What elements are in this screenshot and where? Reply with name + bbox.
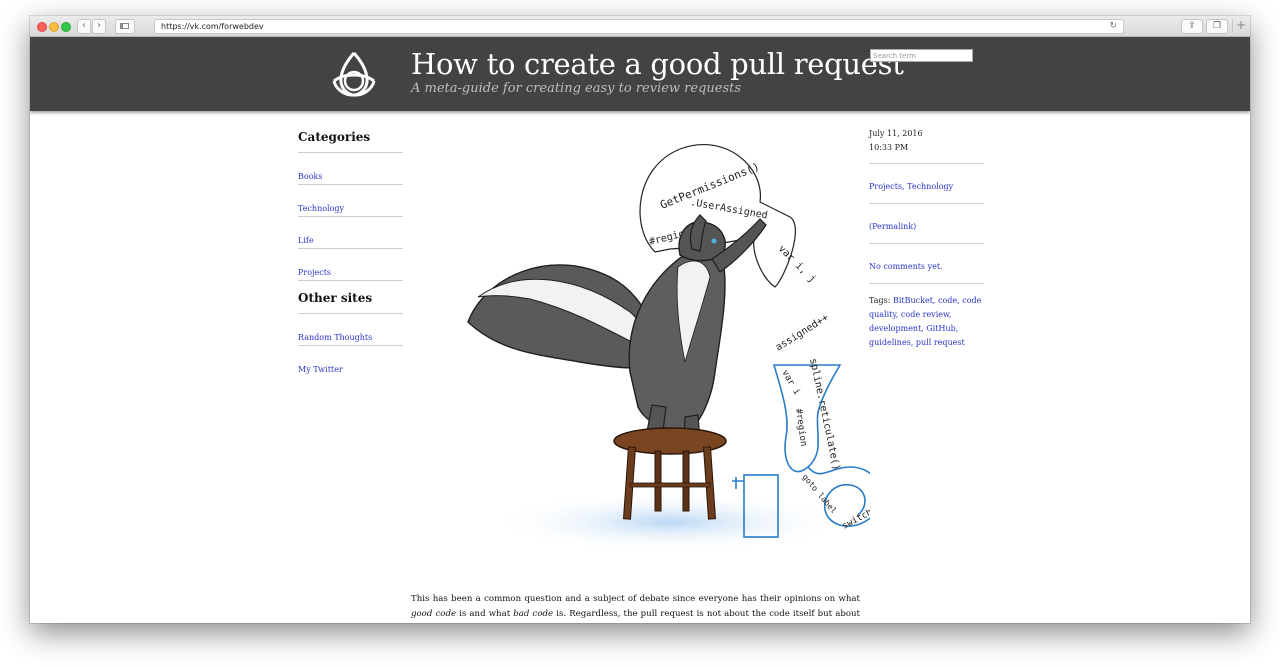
forward-button[interactable]: › — [92, 19, 106, 34]
site-title[interactable]: How to create a good pull request — [411, 46, 904, 82]
other-sites-list: Random Thoughts My Twitter — [298, 314, 403, 378]
meta-categories: Projects, Technology — [869, 163, 984, 203]
close-window-button[interactable] — [37, 22, 47, 32]
left-sidebar: Categories Books Technology Life Project… — [298, 129, 403, 378]
post-date: July 11, 2016 — [869, 129, 923, 138]
site-tagline: A meta-guide for creating easy to review… — [411, 81, 742, 96]
reload-icon[interactable]: ↻ — [1109, 20, 1117, 33]
category-link-technology[interactable]: Technology — [298, 204, 344, 213]
address-bar[interactable]: https://vk.com/forwebdev ↻ — [154, 19, 1124, 34]
categories-heading: Categories — [298, 129, 403, 153]
category-link-life[interactable]: Life — [298, 236, 314, 245]
sidebar-toggle-icon[interactable] — [115, 19, 135, 34]
article-emphasis: bad code — [513, 609, 554, 619]
site-header: How to create a good pull request A meta… — [30, 37, 1250, 111]
browser-toolbar: ‹ › https://vk.com/forwebdev ↻ ⇪ ❐ + — [30, 16, 1250, 37]
other-sites-heading: Other sites — [298, 290, 403, 314]
comments-link[interactable]: No comments yet. — [869, 262, 943, 271]
browser-window: ‹ › https://vk.com/forwebdev ↻ ⇪ ❐ + How… — [30, 16, 1250, 623]
article-body: This has been a common question and a su… — [411, 592, 860, 623]
skunk-illustration: GetPermissions() .UserAssigned #region v… — [467, 143, 870, 552]
post-meta-sidebar: July 11, 2016 10:33 PM Projects, Technol… — [869, 127, 984, 359]
list-item: Random Thoughts — [298, 314, 403, 346]
post-time: 10:33 PM — [869, 143, 909, 152]
tube-text-1: spline.reticulate() — [807, 357, 842, 471]
other-site-link-twitter[interactable]: My Twitter — [298, 365, 343, 374]
zoom-window-button[interactable] — [61, 22, 71, 32]
list-item: Books — [298, 153, 403, 185]
share-icon[interactable]: ⇪ — [1181, 19, 1203, 34]
permalink-link[interactable]: (Permalink) — [869, 222, 916, 231]
tube-text-3: #region — [793, 408, 808, 447]
search-input[interactable] — [870, 49, 973, 62]
post-categories-link[interactable]: Projects, Technology — [869, 182, 953, 191]
list-item: Technology — [298, 185, 403, 217]
category-link-books[interactable]: Books — [298, 172, 322, 181]
minimize-window-button[interactable] — [49, 22, 59, 32]
article-text-segment: is and what — [456, 609, 514, 619]
url-text: https://vk.com/forwebdev — [161, 22, 264, 31]
meta-permalink: (Permalink) — [869, 203, 984, 243]
article-text-segment: This has been a common question and a su… — [411, 594, 860, 604]
meta-tags: Tags: BitBucket, code, code quality, cod… — [869, 283, 984, 359]
meta-comments: No comments yet. — [869, 243, 984, 283]
triquetra-logo-icon[interactable] — [326, 47, 382, 103]
other-site-link-random-thoughts[interactable]: Random Thoughts — [298, 333, 372, 342]
list-item: Life — [298, 217, 403, 249]
skunk-eye — [711, 238, 717, 244]
tags-label: Tags: — [869, 296, 891, 305]
floor-shadow — [490, 492, 850, 552]
assigned-text: assigned++ — [774, 312, 831, 353]
tube-text-2: var i — [779, 369, 801, 397]
tabs-overview-icon[interactable]: ❐ — [1206, 19, 1228, 34]
back-button[interactable]: ‹ — [77, 19, 91, 34]
category-link-projects[interactable]: Projects — [298, 268, 331, 277]
categories-list: Books Technology Life Projects — [298, 153, 403, 281]
list-item: Projects — [298, 249, 403, 281]
coil-text-2: switch — [841, 508, 870, 532]
article-emphasis: good code — [411, 609, 457, 619]
list-item: My Twitter — [298, 346, 403, 378]
new-tab-button[interactable]: + — [1232, 19, 1249, 32]
